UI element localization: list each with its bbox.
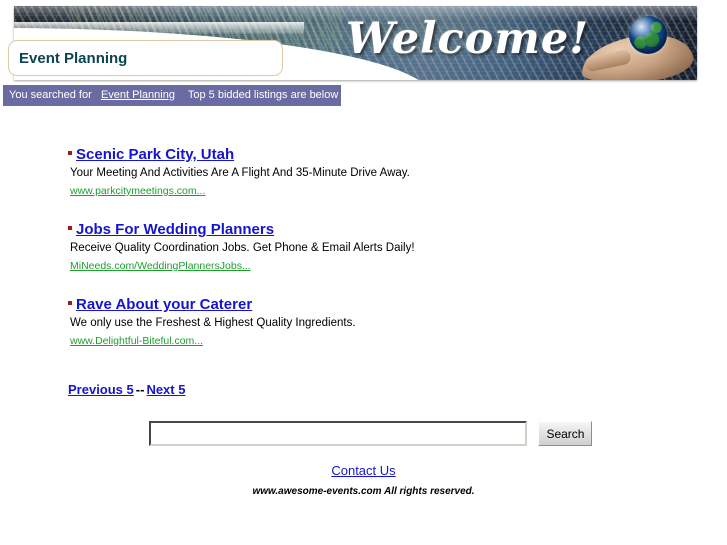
- search-term-box: Event Planning: [8, 40, 283, 76]
- welcome-banner-text: Welcome!: [346, 14, 590, 64]
- search-info-suffix: Top 5 bidded listings are below: [187, 89, 339, 101]
- contact-us-link[interactable]: Contact Us: [331, 463, 395, 478]
- listing-title-link[interactable]: Rave About your Caterer: [76, 296, 252, 313]
- listing-description: We only use the Freshest & Highest Quali…: [70, 317, 356, 329]
- listings-container: Scenic Park City, Utah Your Meeting And …: [68, 146, 628, 371]
- next-page-link[interactable]: Next 5: [146, 382, 185, 397]
- listing-title-row: Rave About your Caterer: [68, 296, 628, 314]
- listing-title-link[interactable]: Scenic Park City, Utah: [76, 146, 234, 163]
- bullet-icon: [68, 150, 72, 155]
- listing-description: Your Meeting And Activities Are A Flight…: [70, 167, 410, 179]
- search-info-term-link[interactable]: Event Planning: [101, 89, 175, 101]
- listing-url-link[interactable]: www.Delightful-Biteful.com...: [70, 335, 203, 347]
- pagination: Previous 5 -- Next 5: [68, 382, 185, 397]
- search-button[interactable]: Search: [538, 421, 593, 446]
- page-footer: Contact Us www.awesome-events.com All ri…: [0, 462, 727, 497]
- listing-title-row: Scenic Park City, Utah: [68, 146, 628, 164]
- listing-title-link[interactable]: Jobs For Wedding Planners: [76, 221, 274, 238]
- listing-title-row: Jobs For Wedding Planners: [68, 221, 628, 239]
- search-results-info-bar: You searched for Event Planning Top 5 bi…: [3, 85, 341, 106]
- copyright-text: www.awesome-events.com All rights reserv…: [252, 486, 475, 497]
- listing-item: Jobs For Wedding Planners Receive Qualit…: [68, 221, 628, 274]
- listing-url-link[interactable]: www.parkcitymeetings.com...: [70, 185, 205, 197]
- listing-item: Scenic Park City, Utah Your Meeting And …: [68, 146, 628, 199]
- listing-description: Receive Quality Coordination Jobs. Get P…: [70, 242, 415, 254]
- globe-in-hand-icon: [575, 12, 696, 80]
- search-input[interactable]: [149, 421, 527, 446]
- globe-icon: [629, 16, 667, 54]
- bullet-icon: [68, 300, 72, 305]
- search-form: Search: [149, 421, 593, 446]
- search-term-title: Event Planning: [19, 50, 128, 67]
- listing-url-link[interactable]: MiNeeds.com/WeddingPlannersJobs...: [70, 260, 251, 272]
- search-info-prefix: You searched for: [9, 89, 92, 101]
- page-header: Welcome! Event Planning: [0, 0, 727, 84]
- listing-item: Rave About your Caterer We only use the …: [68, 296, 628, 349]
- pagination-separator: --: [135, 382, 145, 397]
- bullet-icon: [68, 225, 72, 230]
- previous-page-link[interactable]: Previous 5: [68, 382, 134, 397]
